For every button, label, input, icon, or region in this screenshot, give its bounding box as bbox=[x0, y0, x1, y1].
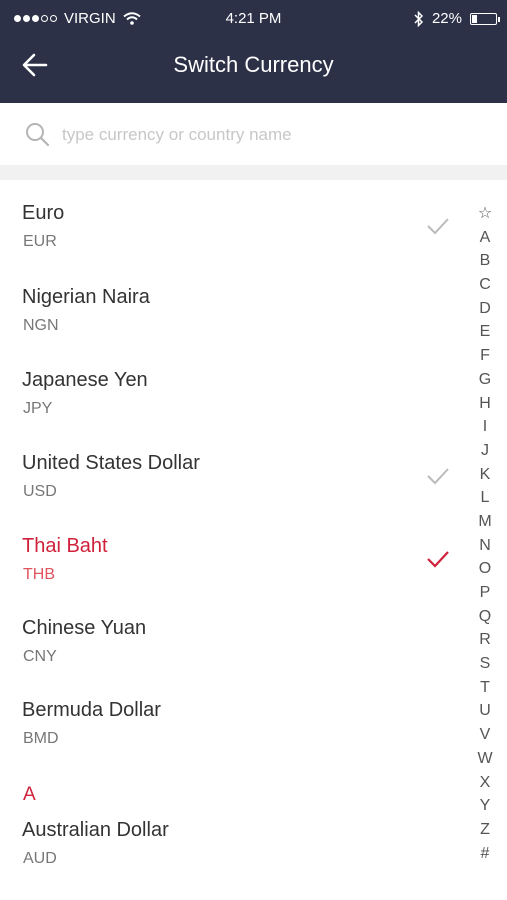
index-letter[interactable]: E bbox=[470, 320, 500, 344]
currency-row[interactable]: United States Dollar USD bbox=[0, 452, 465, 532]
currency-name: Australian Dollar bbox=[22, 819, 169, 841]
index-letter[interactable]: B bbox=[470, 249, 500, 273]
index-letter[interactable]: G bbox=[470, 368, 500, 392]
currency-name: Nigerian Naira bbox=[22, 286, 150, 308]
index-letter[interactable]: X bbox=[470, 771, 500, 795]
index-letter[interactable]: V bbox=[470, 723, 500, 747]
battery-fill bbox=[472, 14, 478, 23]
index-letter[interactable]: I bbox=[470, 415, 500, 439]
currency-code: JPY bbox=[23, 400, 53, 417]
currency-code: BMD bbox=[23, 730, 59, 747]
index-letter[interactable]: K bbox=[470, 463, 500, 487]
currency-name: Japanese Yen bbox=[22, 369, 148, 391]
status-right: 22% bbox=[414, 10, 500, 27]
currency-code: CNY bbox=[23, 648, 57, 665]
section-header: A bbox=[23, 784, 36, 805]
battery-percent: 22% bbox=[431, 10, 462, 27]
index-letter[interactable]: Y bbox=[470, 794, 500, 818]
nav-bar: Switch Currency bbox=[0, 38, 507, 103]
currency-row[interactable]: Chinese Yuan CNY bbox=[0, 617, 465, 697]
index-letter[interactable]: P bbox=[470, 581, 500, 605]
index-letter[interactable]: O bbox=[470, 557, 500, 581]
index-letter[interactable]: A bbox=[470, 226, 500, 250]
index-letter[interactable]: H bbox=[470, 392, 500, 416]
index-letter[interactable]: U bbox=[470, 699, 500, 723]
currency-name: Bermuda Dollar bbox=[22, 699, 161, 721]
check-icon bbox=[427, 468, 449, 485]
index-letter[interactable]: N bbox=[470, 534, 500, 558]
alphabet-index: ☆ A B C D E F G H I J K L M N O P Q R S … bbox=[470, 202, 500, 865]
search-bar bbox=[0, 103, 507, 165]
index-letter[interactable]: # bbox=[470, 842, 500, 866]
currency-code: NGN bbox=[23, 317, 59, 334]
index-letter[interactable]: W bbox=[470, 747, 500, 771]
currency-row[interactable]: Euro EUR bbox=[0, 202, 465, 282]
status-bar: VIRGIN 4:21 PM 22% bbox=[0, 0, 507, 38]
currency-row-selected[interactable]: Thai Baht THB bbox=[0, 535, 465, 615]
search-icon bbox=[26, 123, 50, 147]
page-title: Switch Currency bbox=[173, 52, 334, 77]
currency-name: United States Dollar bbox=[22, 452, 200, 474]
index-letter[interactable]: D bbox=[470, 297, 500, 321]
index-favorites[interactable]: ☆ bbox=[470, 202, 500, 226]
currency-code: THB bbox=[23, 566, 55, 583]
index-letter[interactable]: Q bbox=[470, 605, 500, 629]
check-icon bbox=[427, 218, 449, 235]
currency-row[interactable]: Australian Dollar AUD bbox=[0, 819, 465, 899]
search-input[interactable] bbox=[60, 117, 484, 153]
currency-name: Chinese Yuan bbox=[22, 617, 147, 639]
app-header: VIRGIN 4:21 PM 22% Switch Currency bbox=[0, 0, 507, 103]
index-letter[interactable]: S bbox=[470, 652, 500, 676]
currency-row[interactable]: Japanese Yen JPY bbox=[0, 369, 465, 449]
index-letter[interactable]: Z bbox=[470, 818, 500, 842]
battery-icon bbox=[470, 12, 500, 25]
index-letter[interactable]: R bbox=[470, 628, 500, 652]
currency-row[interactable]: Bermuda Dollar BMD bbox=[0, 699, 465, 779]
index-letter[interactable]: L bbox=[470, 486, 500, 510]
bluetooth-icon bbox=[414, 10, 424, 27]
currency-row[interactable]: Nigerian Naira NGN bbox=[0, 286, 465, 366]
index-letter[interactable]: T bbox=[470, 676, 500, 700]
currency-code: AUD bbox=[23, 850, 57, 867]
divider bbox=[0, 165, 507, 180]
check-icon bbox=[427, 551, 449, 568]
currency-code: USD bbox=[23, 483, 57, 500]
index-letter[interactable]: C bbox=[470, 273, 500, 297]
index-letter[interactable]: F bbox=[470, 344, 500, 368]
currency-code: EUR bbox=[23, 233, 57, 250]
currency-name: Euro bbox=[22, 202, 65, 224]
currency-name: Thai Baht bbox=[22, 535, 108, 557]
index-letter[interactable]: J bbox=[470, 439, 500, 463]
index-letter[interactable]: M bbox=[470, 510, 500, 534]
